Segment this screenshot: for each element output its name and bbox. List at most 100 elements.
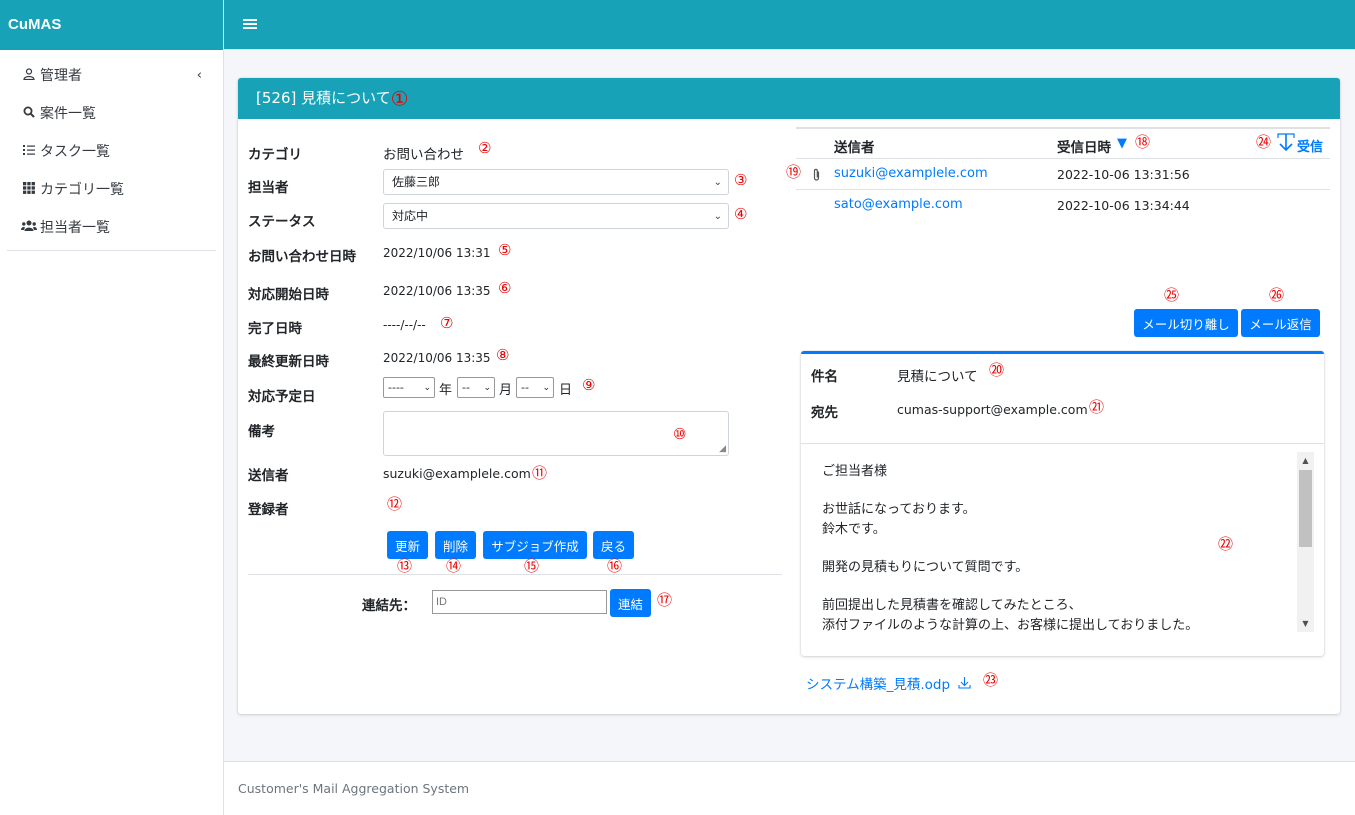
brand-logo[interactable]: CuMAS	[0, 0, 223, 50]
mail-table-top-border	[796, 127, 1330, 129]
link-id-input[interactable]	[432, 590, 607, 614]
annotation-marker: ⑰	[657, 591, 673, 609]
footer: Customer's Mail Aggregation System	[224, 761, 1355, 815]
scroll-down-icon[interactable]: ▼	[1297, 615, 1314, 632]
planned-month-select[interactable]: -- ⌄	[457, 377, 495, 398]
mail-row-received: 2022-10-06 13:31:56	[1057, 167, 1190, 182]
column-header-sender: 送信者	[834, 140, 875, 156]
sidebar-item-cases[interactable]: 案件一覧	[7, 94, 216, 132]
updated-date-label: 最終更新日時	[248, 354, 329, 370]
page-title: [526] 見積について	[256, 89, 391, 107]
user-icon	[21, 67, 37, 83]
update-button[interactable]: 更新	[387, 531, 428, 559]
sidebar-item-label: 案件一覧	[40, 106, 96, 122]
annotation-marker: ⑲	[786, 163, 802, 181]
to-label: 宛先	[811, 405, 838, 421]
annotation-marker: ⑬	[397, 557, 413, 575]
subject-label: 件名	[811, 369, 838, 385]
mail-row-sender-link[interactable]: suzuki@examplele.com	[834, 166, 988, 181]
sidebar-divider	[7, 250, 216, 251]
notes-label: 備考	[248, 424, 275, 440]
month-value: --	[462, 381, 470, 394]
start-date-label: 対応開始日時	[248, 287, 329, 303]
annotation-marker: ㉓	[983, 671, 999, 689]
subject-value: 見積について	[897, 369, 978, 385]
status-select[interactable]: 対応中 ⌄	[383, 203, 729, 229]
annotation-marker: ⑮	[524, 557, 540, 575]
planned-day-select[interactable]: -- ⌄	[516, 377, 554, 398]
chevron-down-icon: ⌄	[542, 383, 550, 393]
sidebar-item-staff[interactable]: 担当者一覧	[7, 208, 216, 246]
day-unit: 日	[559, 383, 573, 398]
sidebar-item-categories[interactable]: カテゴリ一覧	[7, 170, 216, 208]
divider	[248, 574, 782, 575]
row-divider	[796, 158, 1330, 159]
detach-mail-button[interactable]: メール切り離し	[1134, 309, 1238, 337]
annotation-marker: ⑥	[498, 279, 512, 297]
row-divider	[796, 189, 1330, 190]
mail-header-divider	[801, 443, 1324, 444]
sender-value: suzuki@examplele.com	[383, 466, 531, 481]
link-label: 連結先：	[362, 598, 416, 614]
sort-descending-icon[interactable]: ▼	[1117, 136, 1127, 151]
annotation-marker: ②	[478, 139, 492, 157]
done-date-value: ----/--/--	[383, 318, 426, 332]
scrollbar-thumb[interactable]	[1299, 470, 1312, 547]
inquiry-date-value: 2022/10/06 13:31	[383, 246, 491, 260]
sidebar-item-label: 担当者一覧	[40, 220, 110, 236]
mail-body-text: ご担当者様 お世話になっております。 鈴木です。 開発の見積もりについて質問です…	[822, 464, 1199, 633]
sidebar: CuMAS 管理者 ‹ 案件一覧 タスク一覧 カテゴリ一覧 担当者一覧	[0, 0, 224, 815]
top-navbar	[224, 0, 1355, 50]
attachment-link[interactable]: システム構築_見積.odp	[806, 673, 950, 693]
sidebar-item-label: 管理者	[40, 68, 82, 84]
annotation-marker: ③	[734, 171, 748, 189]
annotation-marker: ⑤	[498, 241, 512, 259]
chevron-down-icon: ⌄	[423, 383, 431, 393]
planned-date-label: 対応予定日	[248, 389, 316, 405]
chevron-down-icon: ⌄	[713, 177, 722, 188]
annotation-marker: ㉑	[1089, 398, 1105, 416]
sidebar-item-admin[interactable]: 管理者 ‹	[7, 56, 216, 94]
users-icon	[21, 220, 37, 235]
download-icon[interactable]	[958, 676, 971, 693]
sidebar-item-label: カテゴリ一覧	[40, 182, 124, 198]
sidebar-item-tasks[interactable]: タスク一覧	[7, 132, 216, 170]
resize-grip-icon[interactable]: ◢	[719, 444, 726, 454]
assignee-select[interactable]: 佐藤三郎 ⌄	[383, 169, 729, 195]
annotation-marker: ⑪	[532, 464, 548, 482]
registrant-label: 登録者	[248, 502, 289, 518]
sidebar-nav: 管理者 ‹ 案件一覧 タスク一覧 カテゴリ一覧 担当者一覧	[0, 50, 223, 251]
status-label: ステータス	[248, 214, 316, 230]
annotation-marker: ④	[734, 205, 748, 223]
category-label: カテゴリ	[248, 147, 302, 163]
back-button[interactable]: 戻る	[593, 531, 634, 559]
annotation-marker: ⑦	[440, 314, 454, 332]
grid-icon	[21, 181, 37, 197]
scroll-up-icon[interactable]: ▲	[1297, 452, 1314, 469]
annotation-marker: ⑱	[1135, 133, 1151, 151]
category-value: お問い合わせ	[383, 147, 464, 163]
mail-row-sender-link[interactable]: sato@example.com	[834, 197, 963, 212]
annotation-marker: ㉖	[1269, 286, 1285, 304]
mail-row-received: 2022-10-06 13:34:44	[1057, 198, 1190, 213]
chevron-left-icon[interactable]: ‹	[197, 68, 202, 83]
create-subjob-button[interactable]: サブジョブ作成	[483, 531, 587, 559]
receive-download-icon[interactable]	[1277, 133, 1295, 157]
annotation-marker: ⑨	[582, 376, 596, 394]
start-date-value: 2022/10/06 13:35	[383, 284, 491, 298]
tasks-icon	[21, 144, 37, 159]
card-header: [526] 見積について①	[238, 78, 1340, 119]
delete-button[interactable]: 削除	[435, 531, 476, 559]
column-header-received[interactable]: 受信日時	[1057, 136, 1111, 156]
sidebar-item-label: タスク一覧	[40, 144, 110, 160]
hamburger-menu-icon[interactable]	[243, 14, 257, 35]
done-date-label: 完了日時	[248, 321, 302, 337]
planned-year-select[interactable]: ---- ⌄	[383, 377, 435, 398]
annotation-marker: ㉕	[1164, 286, 1180, 304]
receive-button[interactable]: 受信	[1297, 136, 1323, 155]
annotation-marker: ⑯	[607, 557, 623, 575]
status-selected-value: 対応中	[392, 209, 429, 223]
link-button[interactable]: 連結	[610, 589, 651, 617]
annotation-marker: ⑩	[673, 425, 687, 443]
reply-mail-button[interactable]: メール返信	[1241, 309, 1320, 337]
